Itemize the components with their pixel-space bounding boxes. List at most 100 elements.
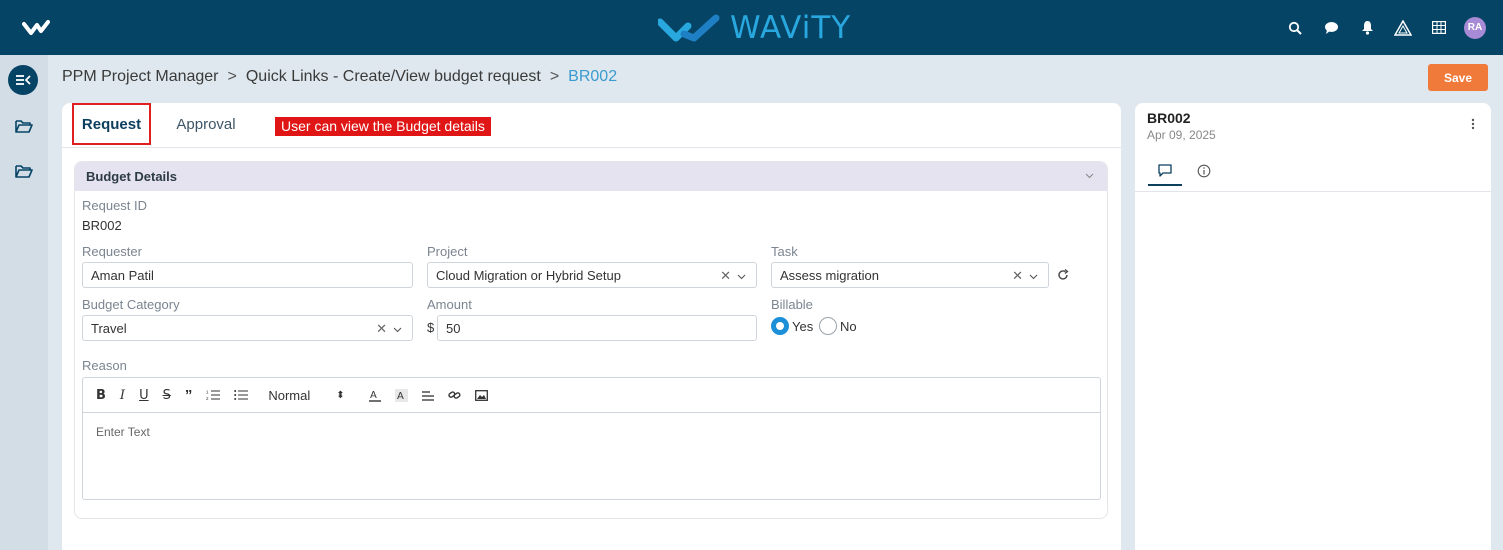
- section-title: Budget Details: [86, 169, 178, 184]
- billable-label: Billable: [771, 297, 813, 312]
- select-controls: ✕: [720, 268, 746, 284]
- svg-text:A: A: [397, 391, 404, 402]
- requester-label: Requester: [82, 244, 142, 259]
- project-value: Cloud Migration or Hybrid Setup: [436, 267, 621, 283]
- tab-request[interactable]: Request: [72, 103, 151, 145]
- breadcrumb-separator: >: [549, 68, 560, 85]
- reason-editor: B I U S ” 12 Normal ⬍ A A Enter Text: [82, 377, 1101, 500]
- project-select[interactable]: Cloud Migration or Hybrid Setup ✕: [427, 262, 757, 288]
- tab-info[interactable]: [1187, 156, 1221, 186]
- warning-triangle-icon[interactable]: [1385, 0, 1421, 55]
- budget-category-label: Budget Category: [82, 297, 180, 312]
- left-rail: [0, 55, 48, 550]
- tab-approval-label: Approval: [176, 115, 236, 133]
- budget-details-section: Budget Details Request ID BR002 Requeste…: [74, 161, 1108, 519]
- svg-text:A: A: [370, 390, 377, 401]
- side-panel: BR002 Apr 09, 2025: [1135, 103, 1491, 550]
- annotation-callout: User can view the Budget details: [275, 117, 491, 136]
- clear-icon[interactable]: ✕: [1012, 268, 1023, 284]
- more-vertical-icon[interactable]: [1471, 118, 1475, 130]
- italic-button[interactable]: I: [120, 388, 125, 403]
- heading-select-value: Normal: [268, 387, 311, 403]
- radio-selected: [771, 317, 789, 335]
- task-label: Task: [771, 244, 798, 259]
- refresh-icon[interactable]: [1056, 268, 1070, 282]
- bullet-list-icon[interactable]: [234, 389, 249, 401]
- user-avatar-button[interactable]: RA: [1457, 0, 1493, 55]
- currency-symbol: $: [427, 320, 435, 335]
- chevron-down-icon[interactable]: [1029, 272, 1038, 281]
- link-icon[interactable]: [447, 389, 461, 401]
- reason-label: Reason: [82, 358, 127, 373]
- billable-no-radio[interactable]: No: [819, 317, 857, 335]
- brand-mark-icon: [658, 14, 720, 42]
- tab-comments[interactable]: [1148, 156, 1182, 186]
- align-icon[interactable]: [421, 389, 434, 401]
- select-controls: ✕: [376, 321, 402, 337]
- tab-request-label: Request: [81, 115, 142, 133]
- request-id-value: BR002: [82, 218, 122, 233]
- search-icon[interactable]: [1277, 0, 1313, 55]
- folder-open-icon[interactable]: [8, 155, 40, 187]
- project-label: Project: [427, 244, 468, 259]
- chat-icon[interactable]: [1313, 0, 1349, 55]
- bell-icon[interactable]: [1349, 0, 1385, 55]
- side-panel-date: Apr 09, 2025: [1147, 128, 1216, 142]
- updown-icon: ⬍: [336, 389, 345, 401]
- request-id-label: Request ID: [82, 198, 148, 213]
- heading-select[interactable]: Normal ⬍: [268, 388, 344, 403]
- breadcrumb-separator: >: [227, 68, 237, 85]
- requester-field[interactable]: Aman Patil: [82, 262, 413, 288]
- section-header[interactable]: Budget Details: [75, 162, 1107, 191]
- tab-bar: Request Approval User can view the Budge…: [62, 103, 1121, 148]
- bold-button[interactable]: B: [96, 388, 106, 403]
- breadcrumb-item-ppm[interactable]: PPM Project Manager: [62, 68, 219, 86]
- tab-approval[interactable]: Approval: [166, 103, 246, 145]
- billable-no-label: No: [840, 318, 857, 334]
- reason-textarea[interactable]: Enter Text: [83, 413, 1100, 451]
- amount-label: Amount: [427, 297, 472, 312]
- background-color-icon[interactable]: A: [394, 388, 408, 402]
- clear-icon[interactable]: ✕: [720, 268, 731, 284]
- editor-toolbar: B I U S ” 12 Normal ⬍ A A: [83, 378, 1100, 413]
- billable-yes-label: Yes: [792, 318, 814, 334]
- amount-field[interactable]: 50: [437, 315, 757, 341]
- editor-placeholder: Enter Text: [96, 425, 150, 439]
- svg-text:2: 2: [206, 396, 209, 401]
- chevron-down-icon[interactable]: [393, 325, 402, 334]
- quote-icon[interactable]: ”: [185, 387, 193, 404]
- breadcrumb: PPM Project Manager > Quick Links - Crea…: [62, 68, 617, 86]
- amount-value: 50: [446, 320, 461, 336]
- breadcrumb-item-quick-links[interactable]: Quick Links - Create/View budget request: [246, 68, 541, 86]
- billable-yes-radio[interactable]: Yes: [771, 317, 813, 335]
- underline-button[interactable]: U: [139, 388, 149, 403]
- request-card: Request Approval User can view the Budge…: [62, 103, 1121, 550]
- requester-value: Aman Patil: [91, 267, 154, 283]
- chevron-down-icon[interactable]: [1084, 170, 1095, 181]
- grid-icon[interactable]: [1421, 0, 1457, 55]
- chevron-down-icon[interactable]: [737, 272, 746, 281]
- brand-logo: WAViTY: [658, 10, 851, 46]
- comment-icon: [1158, 163, 1172, 177]
- collapse-menu-icon[interactable]: [8, 65, 38, 95]
- side-panel-tabs: [1135, 147, 1491, 192]
- folder-icon[interactable]: [8, 110, 40, 142]
- image-icon[interactable]: [474, 389, 488, 401]
- info-icon: [1197, 164, 1211, 178]
- select-controls: ✕: [1012, 268, 1038, 284]
- svg-text:1: 1: [206, 390, 209, 395]
- save-button[interactable]: Save: [1428, 64, 1488, 91]
- radio-unselected: [819, 317, 837, 335]
- task-value: Assess migration: [780, 267, 879, 283]
- clear-icon[interactable]: ✕: [376, 321, 387, 337]
- side-panel-id: BR002: [1147, 110, 1191, 126]
- breadcrumb-current: BR002: [568, 68, 618, 85]
- font-color-icon[interactable]: A: [368, 389, 381, 402]
- strike-button[interactable]: S: [163, 388, 171, 403]
- ordered-list-icon[interactable]: 12: [206, 389, 221, 401]
- task-select[interactable]: Assess migration ✕: [771, 262, 1049, 288]
- budget-category-select[interactable]: Travel ✕: [82, 315, 413, 341]
- home-logo-icon[interactable]: [22, 18, 50, 38]
- brand-name: WAViTY: [730, 10, 852, 46]
- top-icons: RA: [1277, 0, 1493, 55]
